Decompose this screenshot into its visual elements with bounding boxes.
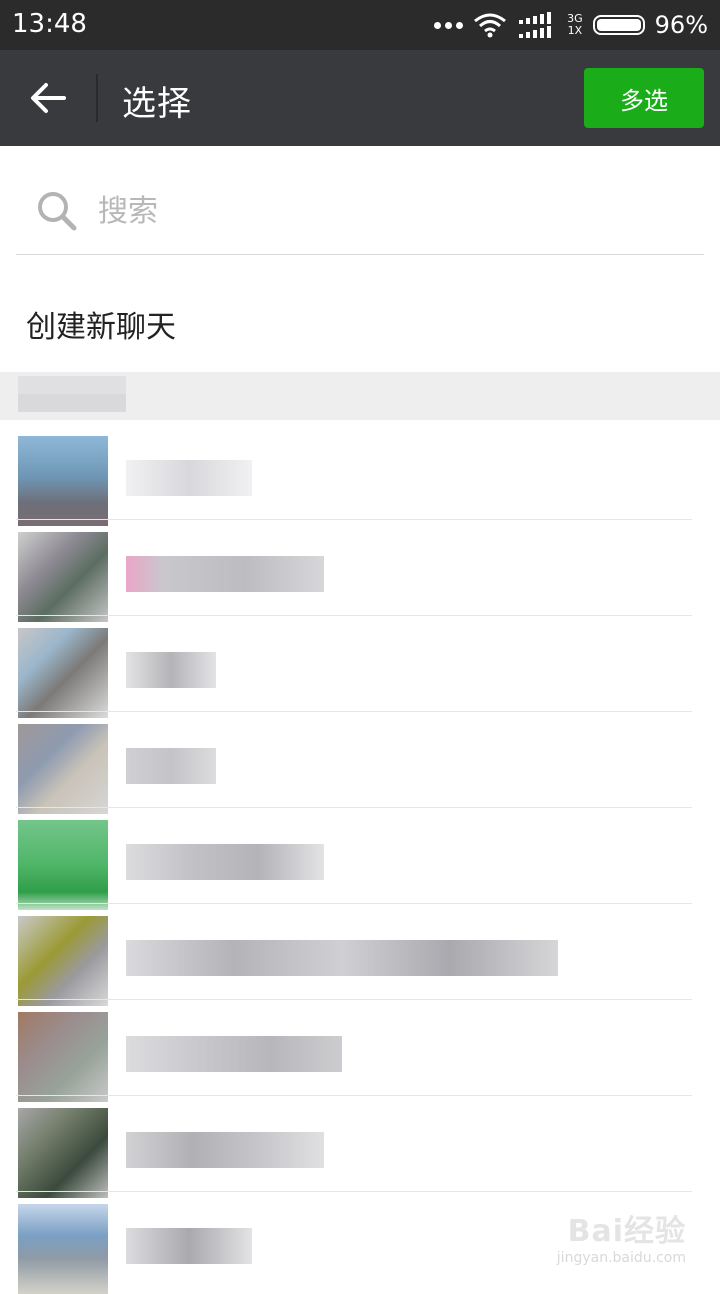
list-item[interactable]	[0, 424, 720, 526]
contact-name-redacted	[126, 940, 558, 976]
avatar	[18, 532, 108, 622]
list-item[interactable]	[0, 1000, 720, 1102]
avatar	[18, 1108, 108, 1198]
avatar	[18, 820, 108, 910]
create-new-chat-item[interactable]: 创建新聊天	[0, 286, 720, 366]
contact-name-redacted	[126, 1132, 324, 1168]
more-notifications-icon	[434, 21, 464, 29]
contact-name-redacted	[126, 652, 216, 688]
section-header	[0, 372, 720, 420]
list-item[interactable]	[0, 1096, 720, 1198]
avatar	[18, 916, 108, 1006]
search-bar	[16, 170, 704, 255]
search-icon	[38, 192, 77, 231]
avatar	[18, 628, 108, 718]
contact-name-redacted	[126, 460, 252, 496]
list-item[interactable]	[0, 520, 720, 622]
back-button[interactable]	[20, 72, 76, 124]
header-divider	[96, 74, 98, 122]
avatar	[18, 1204, 108, 1294]
multi-select-button[interactable]: 多选	[584, 68, 704, 128]
battery-percent: 96%	[654, 11, 708, 39]
contact-name-redacted	[126, 1036, 342, 1072]
contact-name-redacted	[126, 1228, 252, 1264]
list-item[interactable]	[0, 712, 720, 814]
wifi-icon	[474, 13, 507, 38]
contact-name-redacted	[126, 748, 216, 784]
contact-name-redacted	[126, 556, 324, 592]
page-title: 选择	[122, 84, 192, 124]
watermark-brand: Bai经验	[567, 1214, 686, 1249]
list-item[interactable]	[0, 808, 720, 910]
avatar	[18, 1012, 108, 1102]
network-1x: 1X	[567, 24, 583, 37]
search-input[interactable]	[96, 188, 660, 234]
network-type: 3G 1X	[567, 13, 583, 37]
battery-icon	[592, 15, 645, 35]
avatar	[18, 724, 108, 814]
app-header: 选择 多选	[0, 50, 720, 146]
list-item[interactable]	[0, 904, 720, 1006]
list-item[interactable]	[0, 616, 720, 718]
arrow-left-icon	[31, 83, 66, 113]
avatar	[18, 436, 108, 526]
watermark-url: jingyan.baidu.com	[556, 1250, 686, 1266]
watermark: Bai经验 jingyan.baidu.com	[557, 1206, 686, 1266]
status-time: 13:48	[12, 9, 87, 39]
create-new-chat-label: 创建新聊天	[26, 310, 176, 345]
signal-icon	[519, 12, 552, 38]
contact-name-redacted	[126, 844, 324, 880]
status-bar: 13:48 3G 1X 96%	[0, 0, 720, 50]
status-indicators: 3G 1X 96%	[434, 8, 708, 42]
